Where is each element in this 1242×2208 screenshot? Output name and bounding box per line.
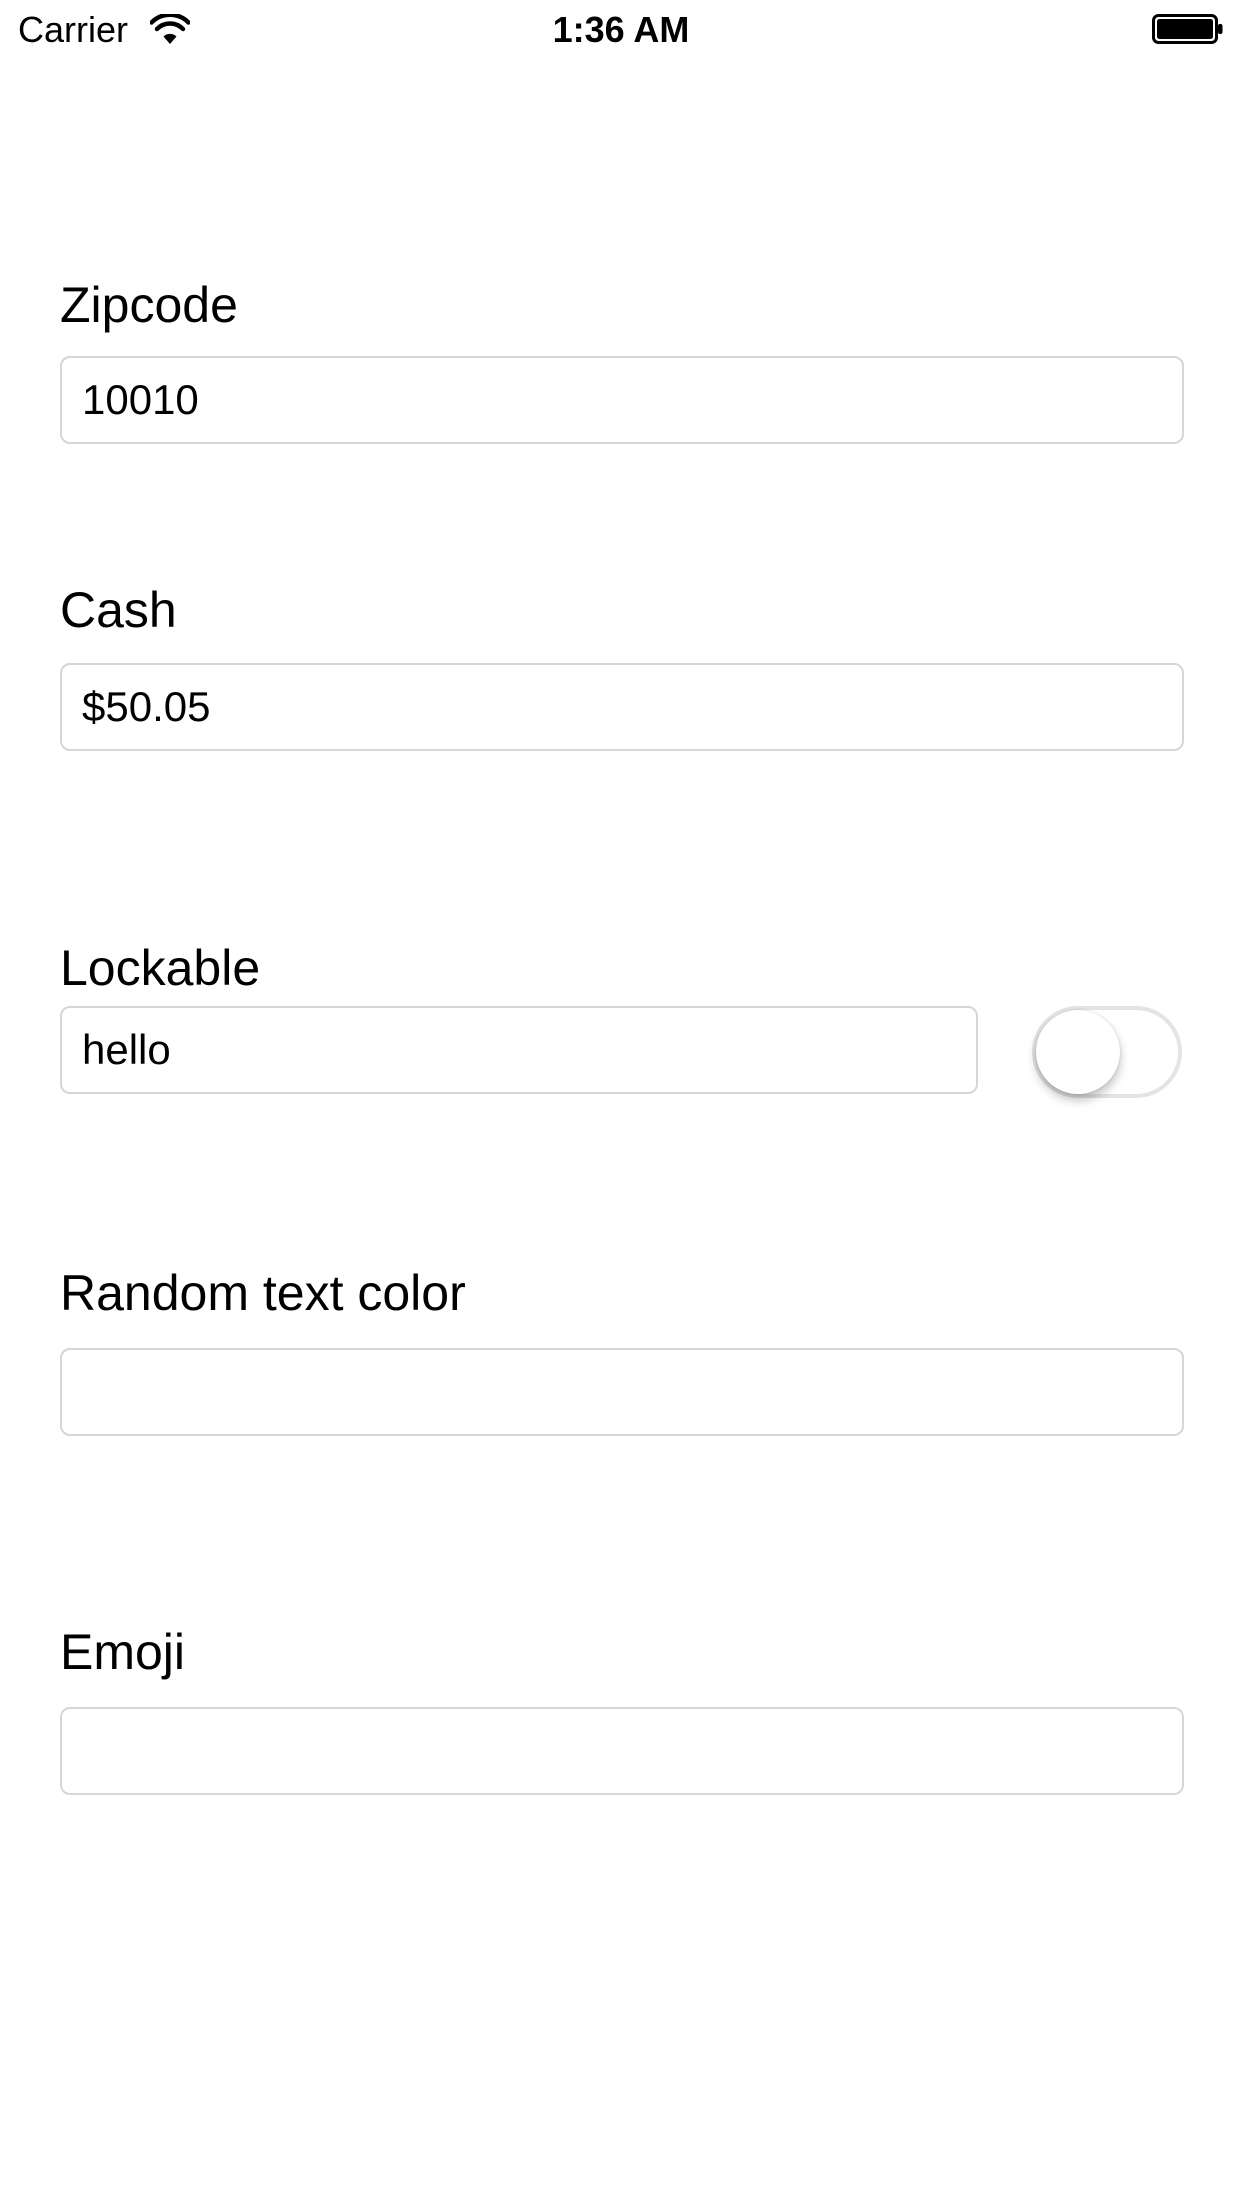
emoji-input[interactable] xyxy=(60,1707,1184,1795)
random-text-color-label: Random text color xyxy=(60,1265,466,1321)
zipcode-label: Zipcode xyxy=(60,277,238,333)
lockable-input[interactable] xyxy=(60,1006,978,1094)
cash-label: Cash xyxy=(60,582,177,638)
cash-input[interactable] xyxy=(60,663,1184,751)
lockable-toggle[interactable] xyxy=(1032,1006,1182,1098)
zipcode-input[interactable] xyxy=(60,356,1184,444)
emoji-label: Emoji xyxy=(60,1624,186,1680)
random-text-color-input[interactable] xyxy=(60,1348,1184,1436)
battery-icon xyxy=(1152,14,1223,44)
toggle-knob xyxy=(1036,1010,1120,1094)
status-bar: Carrier 1:36 AM xyxy=(0,0,1242,60)
lockable-label: Lockable xyxy=(60,940,261,996)
status-time: 1:36 AM xyxy=(552,9,690,50)
